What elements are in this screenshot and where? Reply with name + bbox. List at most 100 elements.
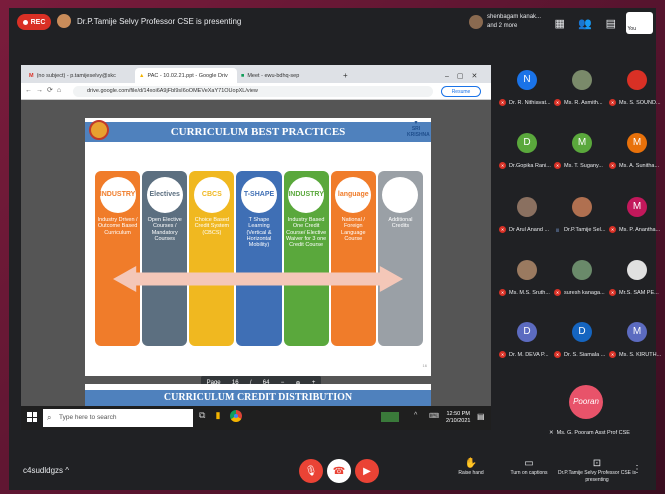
participant-tile[interactable]: ||| Dr.P.Tamije Sel...	[554, 193, 610, 239]
tab-gmail[interactable]: M (no subject) - p.tamijeselvy@skc	[25, 68, 135, 83]
window-controls[interactable]: –▢✕	[441, 68, 491, 83]
hand-icon: ✋	[464, 458, 478, 469]
college-logo-left	[89, 120, 109, 140]
captions-button[interactable]: ▭ Turn on captions	[504, 457, 554, 477]
avatar	[517, 260, 537, 280]
chat-icon[interactable]: ▤	[600, 12, 622, 34]
mic-off-icon: ✕	[609, 351, 616, 358]
next-slide: CURRICULUM CREDIT DISTRIBUTION	[85, 384, 431, 406]
mic-off-icon: ✕	[554, 99, 561, 106]
meet-topbar: REC Dr.P.Tamije Selvy Professor CSE is p…	[9, 8, 656, 36]
practice-card: INDUSTRY Industry Based One Credit Course…	[283, 171, 329, 346]
practice-card-icon	[382, 177, 419, 213]
participant-name-text: Dr.P.Tamije Sel...	[564, 226, 606, 233]
meeting-code-text: c4sudldgzs	[23, 466, 64, 475]
search-icon: ⌕	[47, 413, 52, 422]
new-tab-button[interactable]: +	[339, 68, 353, 83]
camera-toggle-button[interactable]: ▶	[355, 459, 379, 483]
camera-off-icon: ▶	[363, 465, 371, 477]
self-view-tile[interactable]: You	[625, 12, 654, 34]
participant-name: ✕ Ms. S. KIRUTH...	[609, 351, 665, 358]
taskbar-search[interactable]: ⌕ Type here to search	[43, 409, 193, 427]
avatar: D	[572, 322, 592, 342]
participant-tile[interactable]: M ✕ Ms. P. Anantha...	[609, 193, 665, 239]
mic-toggle-button[interactable]: 🎙	[299, 459, 323, 483]
participant-name-text: Ms. A. Sunitha...	[619, 162, 660, 169]
grid-layout-icon[interactable]: ▦	[549, 12, 571, 34]
desktop-background: REC Dr.P.Tamije Selvy Professor CSE is p…	[0, 0, 665, 494]
task-view-icon[interactable]: ⧉	[199, 410, 205, 422]
presenting-label: Dr.P.Tamije Selvy Professor CSE is prese…	[558, 470, 636, 483]
clock-time: 12:50 PM	[446, 411, 470, 417]
mic-off-icon: ✕	[554, 162, 561, 169]
participant-tile[interactable]: M ✕ Ms. S. KIRUTH...	[609, 318, 665, 364]
practice-card-icon: INDUSTRY	[99, 177, 136, 213]
tray-app-icon[interactable]	[381, 412, 399, 422]
participant-tile[interactable]: ✕ Dr Arul Anand ...	[499, 193, 555, 239]
mic-off-icon: ✕	[609, 289, 616, 296]
resume-button[interactable]: Resume	[441, 86, 481, 97]
tab-label: PAC - 10.02.21.ppt - Google Driv	[147, 72, 228, 79]
practice-card-icon: Electives	[146, 177, 183, 213]
participant-tile[interactable]: ✕ Ms. R. Asmith...	[554, 66, 610, 112]
present-icon: ⊡	[592, 458, 602, 469]
participant-name-text: Ms. P. Anantha...	[619, 226, 661, 233]
top-participants[interactable]: shenbagam kanak... and 2 more	[469, 12, 549, 34]
participant-tile[interactable]: ✕ Ms. S. SOUND...	[609, 66, 665, 112]
participant-tile[interactable]: N ✕ Dr. R. Nithiavat...	[499, 66, 555, 112]
meeting-code[interactable]: c4sudldgzs ^	[23, 466, 69, 475]
taskbar-clock[interactable]: 12:50 PM 2/10/2021	[446, 411, 470, 424]
participant-tile[interactable]: M ✕ Ms. T. Sugany...	[554, 129, 610, 175]
participant-tile[interactable]: ✕ Mr.S. SAM PE...	[609, 256, 665, 302]
practice-card-icon: CBCS	[193, 177, 230, 213]
drive-icon: ▲	[139, 72, 145, 79]
keyboard-icon[interactable]: ⌨	[429, 412, 439, 420]
participant-name-text: Ms. G. Pooram Asst Prof CSE	[556, 430, 630, 436]
avatar: M	[627, 133, 647, 153]
participant-tile[interactable]: M ✕ Ms. A. Sunitha...	[609, 129, 665, 175]
participant-name: ✕ Dr. R. Nithiavat...	[499, 99, 559, 106]
participant-tile-large[interactable]: Pooran ✕ Ms. G. Pooram Asst Prof CSE	[549, 383, 639, 443]
speaking-icon: |||	[555, 227, 560, 232]
participant-name-text: Dr. M. DEVA P...	[509, 351, 549, 358]
tab-drive[interactable]: ▲ PAC - 10.02.21.ppt - Google Driv	[135, 68, 237, 83]
people-icon[interactable]: 👥	[575, 12, 597, 34]
practice-card-text: Industry Based One Credit Course/ Electi…	[286, 217, 327, 249]
browser-tabstrip: M (no subject) - p.tamijeselvy@skc ▲ PAC -…	[21, 65, 491, 83]
tray-caret-icon[interactable]: ^	[414, 412, 417, 419]
raise-hand-label: Raise hand	[458, 470, 484, 476]
practice-card-text: Choice Based Credit System (CBCS)	[194, 217, 230, 236]
mic-off-icon: ✕	[549, 430, 554, 436]
participant-tile[interactable]: ✕ Ms. M.S. Sruth...	[499, 256, 555, 302]
participant-name: ✕ Ms. G. Pooram Asst Prof CSE	[549, 430, 645, 436]
practice-card: T-SHAPE T Shape Learning (Vertical & Hori…	[236, 171, 282, 346]
recording-badge: REC	[17, 14, 51, 30]
raise-hand-button[interactable]: ✋ Raise hand	[446, 457, 496, 477]
practice-card-icon: language	[335, 177, 372, 213]
slide-number: 16	[422, 363, 427, 368]
mic-off-icon: ✕	[499, 99, 506, 106]
shared-screen: M (no subject) - p.tamijeselvy@skc ▲ PAC -…	[21, 65, 491, 430]
top-participant-name: shenbagam kanak...	[487, 14, 542, 20]
participant-tile[interactable]: ✕ suresh kanaga...	[554, 256, 610, 302]
nav-buttons[interactable]: ←→⟳⌂	[25, 86, 65, 94]
presenting-button[interactable]: ⊡ Dr.P.Tamije Selvy Professor CSE is pres…	[557, 457, 637, 483]
file-explorer-icon[interactable]: ▮	[215, 410, 220, 422]
chrome-icon[interactable]	[230, 410, 243, 422]
participant-tile[interactable]: D ✕ Dr. S. Siamala ...	[554, 318, 610, 364]
gmail-icon: M	[29, 72, 34, 79]
practice-card-text: National / Foreign Language Course	[341, 217, 366, 242]
slide: CURRICULUM BEST PRACTICES ▼ SRI KRISHNA I…	[85, 118, 431, 376]
more-options-icon[interactable]: ⋮	[627, 463, 647, 476]
notification-icon[interactable]: ▤	[477, 412, 485, 421]
captions-icon: ▭	[524, 458, 534, 469]
leave-call-button[interactable]: ☎	[327, 459, 351, 483]
avatar: N	[517, 70, 537, 90]
clock-date: 2/10/2021	[446, 417, 471, 424]
mic-off-icon: ✕	[499, 351, 506, 358]
participant-tile[interactable]: D ✕ Dr. M. DEVA P...	[499, 318, 555, 364]
tab-meet[interactable]: ■ Meet - ewu-bdhq-sep	[237, 68, 337, 83]
windows-start-icon[interactable]	[27, 412, 37, 422]
url-field[interactable]: drive.google.com/file/d/14xoi6A9jFbl9sI6…	[73, 86, 433, 97]
participant-tile[interactable]: D ✕ Dr.Gopika Rani...	[499, 129, 555, 175]
